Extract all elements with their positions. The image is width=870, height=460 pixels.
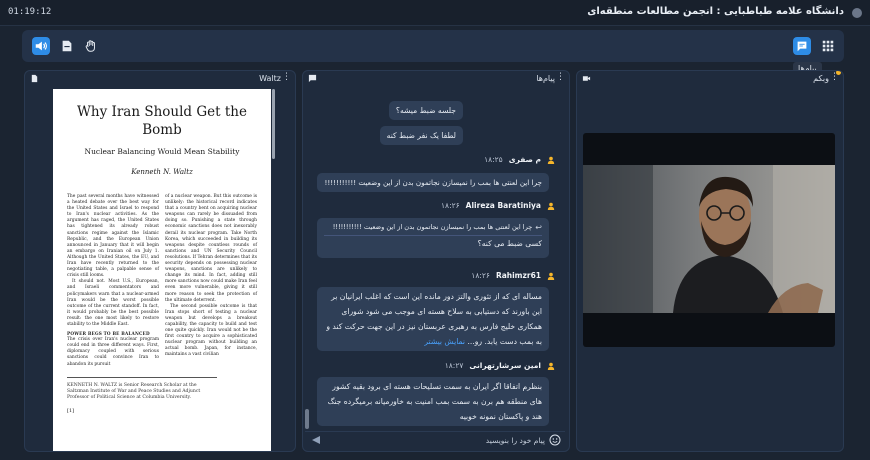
message-meta: Rahimzr61 ۱۸:۲۶ (471, 271, 555, 280)
chat-message: جلسه ضبط میشه؟ (388, 101, 463, 120)
message-author: Alireza Baratiniya (465, 201, 541, 210)
message-meta: Alireza Baratiniya ۱۸:۲۶ (441, 201, 555, 210)
document-panel-header: Waltz ⋮ (25, 71, 295, 87)
chat-message: مساله ای که از تئوری والتز دور مانده این… (317, 287, 549, 351)
document-panel-label: Waltz (259, 74, 281, 83)
chat-panel-menu-button[interactable]: ⋮ (556, 72, 565, 82)
message-meta: امین سرشارتهرانی ۱۸:۲۷ (445, 361, 555, 370)
message-author: امین سرشارتهرانی (469, 361, 541, 370)
quoted-text: چرا این لعنتی ها بمب را نمیسازن نجاتمون … (332, 223, 533, 231)
files-button[interactable] (58, 37, 76, 55)
chat-panel-header: پیام‌ها ⋮ (303, 71, 569, 87)
chat-message: لطفا یک نفر ضبط کنه (379, 126, 463, 145)
chat-scrollbar[interactable] (305, 91, 309, 429)
message-meta: م صفری ۱۸:۲۵ (484, 155, 555, 164)
doc-paragraph: of a nuclear weapon. But this outcome is… (165, 194, 257, 303)
message-author: Rahimzr61 (495, 271, 541, 280)
layout-grid-button[interactable] (819, 37, 837, 55)
webcam-panel: وبکم ⋮ (576, 70, 844, 452)
message-time: ۱۸:۲۵ (484, 155, 503, 164)
document-scrollbar[interactable] (272, 89, 275, 159)
show-more-link[interactable]: نمایش بیشتر (424, 337, 465, 346)
chat-message: بنظرم اتفاقا اگر ایران به سمت تسلیحات هس… (317, 377, 549, 426)
doc-page-number: [1] (67, 407, 75, 414)
doc-column-left: The past several months have witnessed a… (67, 194, 159, 368)
doc-paragraph: The second possible outcome is that Iran… (165, 303, 257, 358)
chat-panel-label: پیام‌ها (536, 74, 555, 83)
files-icon (62, 40, 72, 52)
document-panel-menu-button[interactable]: ⋮ (282, 72, 291, 82)
user-icon (547, 156, 555, 164)
chat-input-bar (305, 431, 565, 447)
chat-toggle-button[interactable] (793, 37, 811, 55)
webcam-video (583, 165, 835, 313)
doc-author: Kenneth N. Waltz (131, 168, 193, 176)
user-icon (547, 202, 555, 210)
chat-icon (308, 74, 317, 83)
message-author: م صفری (508, 155, 541, 164)
user-icon (547, 272, 555, 280)
notification-dot (836, 71, 841, 75)
doc-paragraph: The crisis over Iran's nuclear program c… (67, 337, 159, 367)
reply-text: کسی ضبط می کنه؟ (477, 239, 542, 248)
doc-subtitle: Nuclear Balancing Would Mean Stability (84, 147, 240, 156)
send-icon[interactable] (311, 435, 321, 445)
chat-message: چرا این لعنتی ها بمب را نمیسازن نجاتمون … (317, 173, 549, 192)
toolbar (22, 30, 844, 62)
webcam-video-frame (583, 133, 835, 347)
camera-icon (582, 76, 591, 81)
doc-title: Why Iran Should Get the Bomb (77, 104, 247, 138)
doc-paragraph: The past several months have witnessed a… (67, 194, 159, 279)
session-timer: 01:19:12 (8, 7, 52, 17)
title-bar: 01:19:12 دانشگاه علامه طباطبایی : انجمن … (0, 0, 870, 26)
reply-icon: ↩ (535, 223, 542, 232)
chat-icon (797, 41, 807, 52)
hand-icon (85, 40, 95, 52)
chat-panel: پیام‌ها ⋮ جلسه ضبط میشه؟ لطفا یک نفر ضبط… (302, 70, 570, 452)
webcam-panel-header: وبکم ⋮ (577, 71, 843, 87)
doc-column-right: of a nuclear weapon. But this outcome is… (165, 194, 257, 368)
message-time: ۱۸:۲۷ (444, 361, 464, 370)
document-panel: Waltz ⋮ Why Iran Should Get the Bomb Nuc… (24, 70, 296, 452)
message-time: ۱۸:۲۶ (441, 201, 460, 210)
chat-message-reply: ↩ چرا این لعنتی ها بمب را نمیسازن نجاتمو… (317, 218, 549, 258)
emoji-icon[interactable] (549, 434, 561, 446)
speaker-icon (35, 41, 47, 51)
quoted-message: ↩ چرا این لعنتی ها بمب را نمیسازن نجاتمو… (324, 220, 542, 236)
doc-footnote: KENNETH N. WALTZ is Senior Research Scho… (67, 376, 217, 402)
app-logo-icon (852, 8, 862, 18)
user-icon (547, 362, 555, 370)
speaker-button[interactable] (32, 37, 50, 55)
doc-paragraph: It should not. Most U.S., European, and … (67, 279, 159, 327)
chat-message-list: جلسه ضبط میشه؟ لطفا یک نفر ضبط کنه م صفر… (305, 89, 563, 429)
webcam-panel-label: وبکم (813, 74, 829, 83)
message-time: ۱۸:۲۶ (471, 271, 490, 280)
doc-columns: The past several months have witnessed a… (67, 194, 257, 368)
chat-scrollbar-thumb[interactable] (305, 409, 309, 429)
raise-hand-button[interactable] (82, 37, 100, 55)
document-page: Why Iran Should Get the Bomb Nuclear Bal… (53, 89, 271, 451)
window-title: دانشگاه علامه طباطبایی : انجمن مطالعات م… (587, 6, 844, 17)
grid-icon (822, 40, 834, 52)
chat-message-input[interactable] (325, 434, 545, 446)
document-icon (31, 74, 38, 83)
